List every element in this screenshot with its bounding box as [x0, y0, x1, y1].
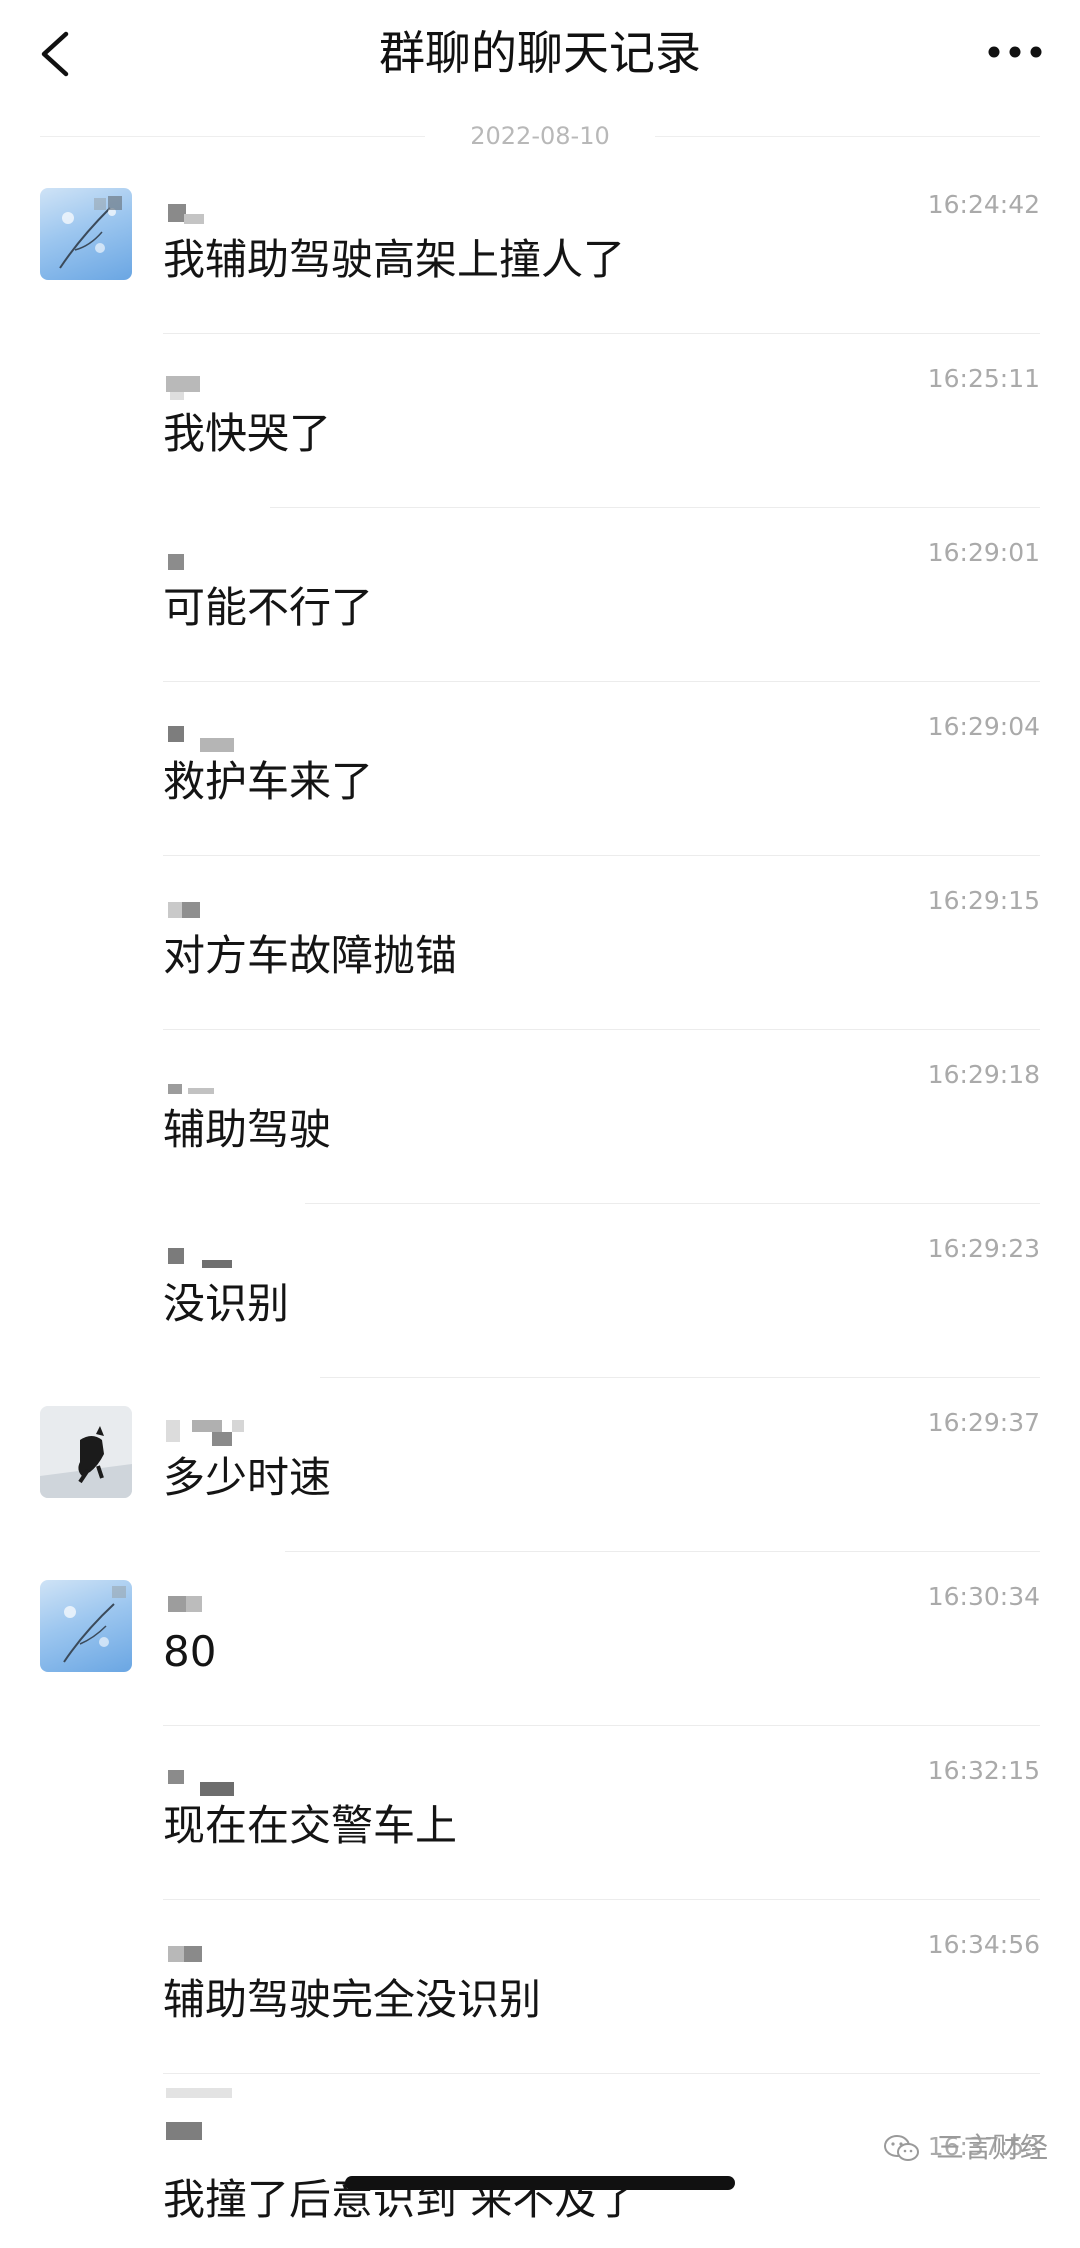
sender-name-redacted: [164, 1766, 274, 1796]
avatar[interactable]: [40, 1580, 132, 1672]
wechat-icon: [884, 2135, 920, 2161]
sender-name-redacted: [164, 374, 274, 400]
message-time: 16:24:42: [927, 190, 1040, 219]
message-time: 16:29:23: [927, 1234, 1040, 1263]
watermark-text: 三言财经: [935, 2131, 1048, 2164]
sender-name-redacted: [164, 1592, 274, 1618]
sender-name-redacted: [164, 1940, 274, 1966]
flower-avatar-icon: [63, 1586, 126, 1663]
message-item[interactable]: 16:29:01 可能不行了: [0, 508, 1080, 682]
sender-name-redacted: [164, 896, 274, 922]
message-text[interactable]: 没识别: [163, 1274, 289, 1334]
message-item[interactable]: 16:34:56 辅助驾驶完全没识别: [0, 1900, 1080, 2074]
message-text[interactable]: 我快哭了: [163, 404, 331, 464]
message-text[interactable]: 可能不行了: [163, 578, 373, 638]
page-title: 群聊的聊天记录: [379, 26, 701, 80]
message-item[interactable]: 16:32:15 现在在交警车上: [0, 1726, 1080, 1900]
flower-avatar-icon: [59, 196, 122, 269]
message-item[interactable]: 16:24:42 我辅助驾驶高架上撞人了: [0, 160, 1080, 334]
message-item[interactable]: 16:29:04 救护车来了: [0, 682, 1080, 856]
cat-avatar-icon: [40, 1406, 132, 1498]
message-time: 16:30:34: [927, 1582, 1040, 1611]
date-label: 2022-08-10: [470, 122, 610, 150]
message-item[interactable]: 16:30:34 80: [0, 1552, 1080, 1726]
sender-name-redacted: [164, 1244, 274, 1270]
message-list: 16:24:42 我辅助驾驶高架上撞人了 16:25:11 我快哭了 16:29…: [0, 160, 1080, 2248]
sender-name-redacted: [164, 1418, 274, 1446]
sender-name-redacted: [164, 1070, 274, 1096]
source-watermark: 三言财经: [883, 2128, 1048, 2168]
message-time: 16:29:18: [927, 1060, 1040, 1089]
message-text[interactable]: 辅助驾驶完全没识别: [163, 1970, 541, 2030]
avatar[interactable]: [40, 188, 132, 280]
nav-bar: 群聊的聊天记录: [0, 0, 1080, 110]
message-item[interactable]: 16:29:23 没识别: [0, 1204, 1080, 1378]
message-text[interactable]: 辅助驾驶: [163, 1100, 331, 1160]
message-time: 16:29:37: [927, 1408, 1040, 1437]
message-time: 16:29:15: [927, 886, 1040, 915]
home-indicator[interactable]: [345, 2176, 735, 2190]
message-time: 16:34:56: [927, 1930, 1040, 1959]
sender-name-redacted: [164, 200, 274, 226]
sender-name-redacted: [164, 2088, 274, 2144]
date-separator: 2022-08-10: [40, 118, 1040, 154]
message-item[interactable]: 16:25:11 我快哭了: [0, 334, 1080, 508]
message-text[interactable]: 现在在交警车上: [163, 1796, 457, 1856]
message-text[interactable]: 多少时速: [163, 1448, 331, 1508]
sender-name-redacted: [164, 548, 274, 574]
message-item[interactable]: 16:29:37 多少时速: [0, 1378, 1080, 1552]
more-dots-icon: [988, 46, 1042, 58]
avatar[interactable]: [40, 1406, 132, 1498]
message-item[interactable]: 16:29:15 对方车故障抛锚: [0, 856, 1080, 1030]
message-text[interactable]: 救护车来了: [163, 752, 373, 812]
message-text[interactable]: 对方车故障抛锚: [163, 926, 457, 986]
sender-name-redacted: [164, 722, 274, 752]
message-time: 16:25:11: [927, 364, 1040, 393]
more-options-button[interactable]: [980, 32, 1050, 72]
message-item[interactable]: 16:29:18 辅助驾驶: [0, 1030, 1080, 1204]
message-time: 16:29:04: [927, 712, 1040, 741]
message-time: 16:32:15: [927, 1756, 1040, 1785]
message-text[interactable]: 80: [163, 1622, 216, 1682]
message-text[interactable]: 我辅助驾驶高架上撞人了: [163, 230, 625, 290]
message-time: 16:29:01: [927, 538, 1040, 567]
